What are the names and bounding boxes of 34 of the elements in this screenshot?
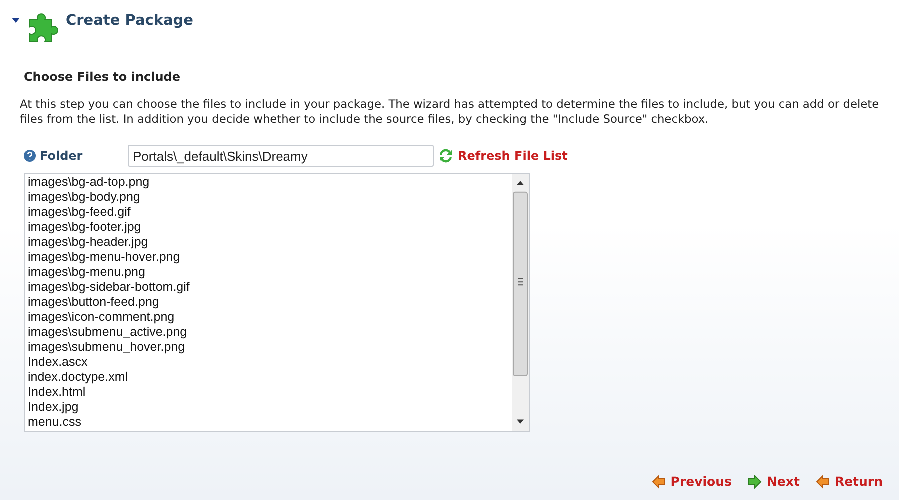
section-heading: Choose Files to include <box>24 70 182 84</box>
file-list-item[interactable]: images\bg-feed.gif <box>28 205 509 220</box>
file-list-item[interactable]: images\bg-ad-top.png <box>28 175 509 190</box>
left-arrow-icon <box>652 474 666 488</box>
file-list-item[interactable]: Index.html <box>28 385 509 400</box>
left-arrow-icon <box>816 474 830 488</box>
file-list-item[interactable]: images\bg-sidebar-bottom.gif <box>28 280 509 295</box>
file-list-item[interactable]: images\submenu_hover.png <box>28 340 509 355</box>
next-link[interactable]: Next <box>748 474 800 489</box>
help-icon[interactable] <box>24 150 36 162</box>
file-list-item[interactable]: images\bg-body.png <box>28 190 509 205</box>
file-list-item[interactable]: menu.css <box>28 415 509 430</box>
right-arrow-icon <box>748 474 762 488</box>
file-list-item[interactable]: images\bg-menu-hover.png <box>28 250 509 265</box>
folder-input-field[interactable]: Portals\_default\Skins\Dreamy <box>128 145 434 167</box>
file-list-item[interactable]: images\bg-footer.jpg <box>28 220 509 235</box>
file-list-item[interactable]: images\icon-comment.png <box>28 310 509 325</box>
file-list-item[interactable]: Index.jpg <box>28 400 509 415</box>
file-list-item[interactable]: index.doctype.xml <box>28 370 509 385</box>
folder-label: Folder <box>40 149 83 163</box>
refresh-icon <box>438 148 454 164</box>
back-link[interactable]: Return <box>816 474 883 489</box>
page-title: Create Package <box>66 13 194 29</box>
refresh-file-list-link[interactable]: Refresh File List <box>438 148 568 164</box>
file-list-item[interactable]: images\bg-menu.png <box>28 265 509 280</box>
file-list-item[interactable]: images\bg-header.jpg <box>28 235 509 250</box>
file-list-item[interactable]: Index.ascx <box>28 355 509 370</box>
collapse-caret-icon[interactable] <box>12 17 20 25</box>
section-description: At this step you can choose the files to include in your package. The wizard has attempted to determine the files to include, but you can add or delete files from the list. In addition you decide whether to include the source files, by checking the "Include Source" checkbox. <box>20 97 880 127</box>
back-link[interactable]: Previous <box>652 474 732 489</box>
file-list[interactable] <box>24 173 530 432</box>
file-list-item[interactable]: images\submenu_active.png <box>28 325 509 340</box>
file-list-item[interactable]: images\button-feed.png <box>28 295 509 310</box>
scrollbar[interactable] <box>512 174 529 431</box>
